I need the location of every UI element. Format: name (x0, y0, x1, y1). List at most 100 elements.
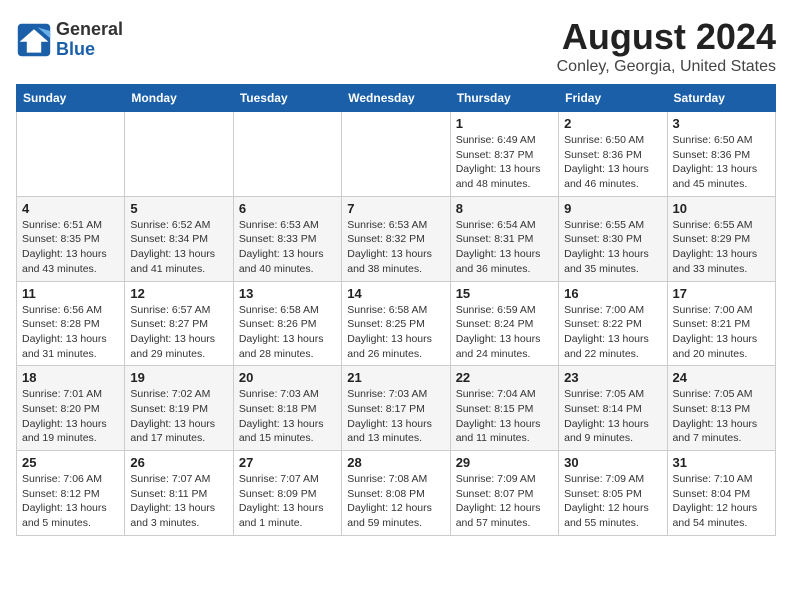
calendar-cell: 16Sunrise: 7:00 AM Sunset: 8:22 PM Dayli… (559, 281, 667, 366)
day-info: Sunrise: 7:08 AM Sunset: 8:08 PM Dayligh… (347, 472, 444, 531)
calendar-cell: 24Sunrise: 7:05 AM Sunset: 8:13 PM Dayli… (667, 366, 775, 451)
day-number: 18 (22, 370, 119, 385)
calendar-cell: 1 Sunrise: 6:49 AM Sunset: 8:37 PM Daylig… (450, 112, 558, 197)
day-info: Sunrise: 7:07 AM Sunset: 8:09 PM Dayligh… (239, 472, 336, 531)
day-number: 3 (673, 116, 770, 131)
day-number: 28 (347, 455, 444, 470)
day-number: 13 (239, 286, 336, 301)
day-info: Sunrise: 7:00 AM Sunset: 8:21 PM Dayligh… (673, 303, 770, 362)
day-number: 7 (347, 201, 444, 216)
logo-general: General (56, 19, 123, 39)
day-info: Sunrise: 7:09 AM Sunset: 8:07 PM Dayligh… (456, 472, 553, 531)
day-info: Sunrise: 6:53 AM Sunset: 8:33 PM Dayligh… (239, 218, 336, 277)
day-number: 23 (564, 370, 661, 385)
column-header-sunday: Sunday (17, 85, 125, 112)
day-number: 17 (673, 286, 770, 301)
day-info: Sunrise: 7:01 AM Sunset: 8:20 PM Dayligh… (22, 387, 119, 446)
calendar-cell: 8 Sunrise: 6:54 AM Sunset: 8:31 PM Daylig… (450, 196, 558, 281)
day-number: 22 (456, 370, 553, 385)
calendar-cell: 20Sunrise: 7:03 AM Sunset: 8:18 PM Dayli… (233, 366, 341, 451)
day-info: Sunrise: 6:58 AM Sunset: 8:25 PM Dayligh… (347, 303, 444, 362)
calendar-cell: 12 Sunrise: 6:57 AM Sunset: 8:27 PM Dayli… (125, 281, 233, 366)
column-header-tuesday: Tuesday (233, 85, 341, 112)
calendar-week-row: 4Sunrise: 6:51 AM Sunset: 8:35 PM Daylig… (17, 196, 776, 281)
day-info: Sunrise: 7:09 AM Sunset: 8:05 PM Dayligh… (564, 472, 661, 531)
day-info: Sunrise: 6:56 AM Sunset: 8:28 PM Dayligh… (22, 303, 119, 362)
day-info: Sunrise: 7:03 AM Sunset: 8:17 PM Dayligh… (347, 387, 444, 446)
day-number: 8 (456, 201, 553, 216)
calendar-cell: 3 Sunrise: 6:50 AM Sunset: 8:36 PM Daylig… (667, 112, 775, 197)
day-number: 12 (130, 286, 227, 301)
calendar-cell: 15 Sunrise: 6:59 AM Sunset: 8:24 PM Dayli… (450, 281, 558, 366)
calendar-cell: 27 Sunrise: 7:07 AM Sunset: 8:09 PM Dayli… (233, 451, 341, 536)
calendar-header-row: SundayMondayTuesdayWednesdayThursdayFrid… (17, 85, 776, 112)
calendar-week-row: 11 Sunrise: 6:56 AM Sunset: 8:28 PM Dayli… (17, 281, 776, 366)
column-header-wednesday: Wednesday (342, 85, 450, 112)
day-number: 4 (22, 201, 119, 216)
calendar-cell: 31 Sunrise: 7:10 AM Sunset: 8:04 PM Dayli… (667, 451, 775, 536)
calendar-cell: 29 Sunrise: 7:09 AM Sunset: 8:07 PM Dayli… (450, 451, 558, 536)
day-number: 6 (239, 201, 336, 216)
day-info: Sunrise: 6:49 AM Sunset: 8:37 PM Dayligh… (456, 133, 553, 192)
day-number: 14 (347, 286, 444, 301)
page-title: August 2024 (557, 16, 776, 58)
day-number: 29 (456, 455, 553, 470)
day-number: 1 (456, 116, 553, 131)
day-info: Sunrise: 6:58 AM Sunset: 8:26 PM Dayligh… (239, 303, 336, 362)
day-info: Sunrise: 7:10 AM Sunset: 8:04 PM Dayligh… (673, 472, 770, 531)
calendar-cell: 13 Sunrise: 6:58 AM Sunset: 8:26 PM Dayli… (233, 281, 341, 366)
calendar-cell: 11 Sunrise: 6:56 AM Sunset: 8:28 PM Dayli… (17, 281, 125, 366)
day-number: 30 (564, 455, 661, 470)
day-info: Sunrise: 7:00 AM Sunset: 8:22 PM Dayligh… (564, 303, 661, 362)
day-info: Sunrise: 6:55 AM Sunset: 8:29 PM Dayligh… (673, 218, 770, 277)
title-area: August 2024 Conley, Georgia, United Stat… (557, 16, 776, 76)
day-number: 11 (22, 286, 119, 301)
day-number: 2 (564, 116, 661, 131)
calendar-week-row: 1 Sunrise: 6:49 AM Sunset: 8:37 PM Daylig… (17, 112, 776, 197)
calendar-table: SundayMondayTuesdayWednesdayThursdayFrid… (16, 84, 776, 536)
column-header-saturday: Saturday (667, 85, 775, 112)
calendar-cell: 10 Sunrise: 6:55 AM Sunset: 8:29 PM Dayli… (667, 196, 775, 281)
calendar-cell: 14 Sunrise: 6:58 AM Sunset: 8:25 PM Dayli… (342, 281, 450, 366)
day-info: Sunrise: 6:53 AM Sunset: 8:32 PM Dayligh… (347, 218, 444, 277)
day-number: 10 (673, 201, 770, 216)
day-number: 5 (130, 201, 227, 216)
column-header-friday: Friday (559, 85, 667, 112)
calendar-cell (125, 112, 233, 197)
page-subtitle: Conley, Georgia, United States (557, 58, 776, 76)
calendar-cell: 6 Sunrise: 6:53 AM Sunset: 8:33 PM Daylig… (233, 196, 341, 281)
calendar-cell: 4Sunrise: 6:51 AM Sunset: 8:35 PM Daylig… (17, 196, 125, 281)
calendar-cell (342, 112, 450, 197)
calendar-cell (17, 112, 125, 197)
day-info: Sunrise: 6:57 AM Sunset: 8:27 PM Dayligh… (130, 303, 227, 362)
header: General Blue August 2024 Conley, Georgia… (16, 16, 776, 76)
calendar-cell: 17 Sunrise: 7:00 AM Sunset: 8:21 PM Dayli… (667, 281, 775, 366)
calendar-cell: 5Sunrise: 6:52 AM Sunset: 8:34 PM Daylig… (125, 196, 233, 281)
day-number: 24 (673, 370, 770, 385)
column-header-monday: Monday (125, 85, 233, 112)
day-info: Sunrise: 6:55 AM Sunset: 8:30 PM Dayligh… (564, 218, 661, 277)
day-info: Sunrise: 7:02 AM Sunset: 8:19 PM Dayligh… (130, 387, 227, 446)
day-info: Sunrise: 7:06 AM Sunset: 8:12 PM Dayligh… (22, 472, 119, 531)
calendar-cell: 22 Sunrise: 7:04 AM Sunset: 8:15 PM Dayli… (450, 366, 558, 451)
day-info: Sunrise: 6:50 AM Sunset: 8:36 PM Dayligh… (564, 133, 661, 192)
day-info: Sunrise: 6:50 AM Sunset: 8:36 PM Dayligh… (673, 133, 770, 192)
logo: General Blue (16, 20, 123, 60)
day-number: 26 (130, 455, 227, 470)
calendar-cell: 26Sunrise: 7:07 AM Sunset: 8:11 PM Dayli… (125, 451, 233, 536)
calendar-cell (233, 112, 341, 197)
logo-blue: Blue (56, 39, 95, 59)
day-number: 27 (239, 455, 336, 470)
calendar-cell: 28 Sunrise: 7:08 AM Sunset: 8:08 PM Dayli… (342, 451, 450, 536)
calendar-cell: 18 Sunrise: 7:01 AM Sunset: 8:20 PM Dayli… (17, 366, 125, 451)
calendar-cell: 7 Sunrise: 6:53 AM Sunset: 8:32 PM Daylig… (342, 196, 450, 281)
calendar-cell: 25Sunrise: 7:06 AM Sunset: 8:12 PM Dayli… (17, 451, 125, 536)
day-number: 15 (456, 286, 553, 301)
calendar-week-row: 25Sunrise: 7:06 AM Sunset: 8:12 PM Dayli… (17, 451, 776, 536)
calendar-cell: 21Sunrise: 7:03 AM Sunset: 8:17 PM Dayli… (342, 366, 450, 451)
day-number: 31 (673, 455, 770, 470)
day-info: Sunrise: 6:59 AM Sunset: 8:24 PM Dayligh… (456, 303, 553, 362)
day-info: Sunrise: 6:54 AM Sunset: 8:31 PM Dayligh… (456, 218, 553, 277)
day-info: Sunrise: 7:04 AM Sunset: 8:15 PM Dayligh… (456, 387, 553, 446)
day-info: Sunrise: 7:05 AM Sunset: 8:14 PM Dayligh… (564, 387, 661, 446)
